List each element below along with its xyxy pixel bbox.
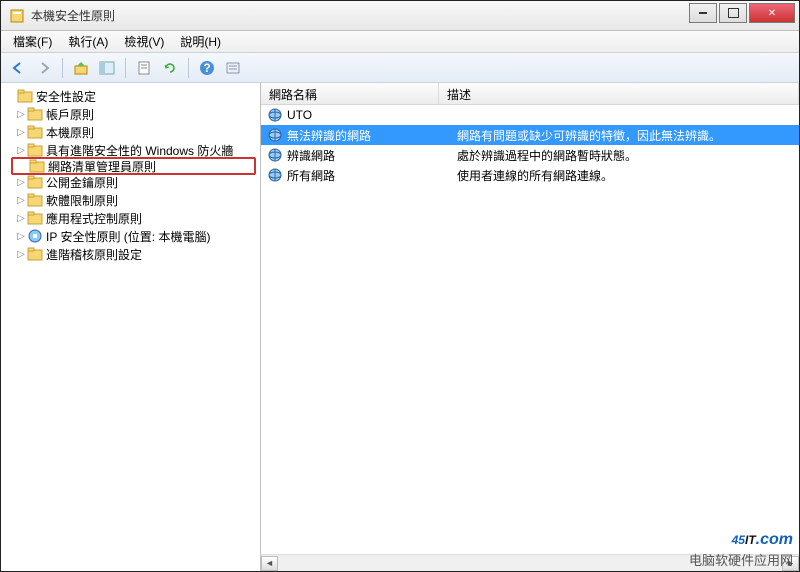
tree-item[interactable]: ▷ 帳戶原則 <box>1 105 260 123</box>
minimize-button[interactable] <box>689 3 717 23</box>
folder-icon <box>29 158 45 174</box>
show-hide-tree-button[interactable] <box>96 57 118 79</box>
toolbar-separator <box>188 58 189 78</box>
tree-item[interactable]: ▷ 公開金鑰原則 <box>1 173 260 191</box>
tree-root-label: 安全性設定 <box>36 88 96 105</box>
tree-item-label: 網路清單管理員原則 <box>48 158 156 175</box>
back-button[interactable] <box>7 57 29 79</box>
list-rows[interactable]: UTO無法辨識的網路網路有問題或缺少可辨識的特徵，因此無法辨識。辨識網路處於辨識… <box>261 105 799 554</box>
list-row[interactable]: 辨識網路處於辨識過程中的網路暫時狀態。 <box>261 145 799 165</box>
network-icon <box>267 127 283 143</box>
maximize-button[interactable] <box>719 3 747 23</box>
toolbar-separator <box>62 58 63 78</box>
list-row[interactable]: UTO <box>261 105 799 125</box>
tree-root-item[interactable]: 安全性設定 <box>1 87 260 105</box>
tree-item[interactable]: ▷ 軟體限制原則 <box>1 191 260 209</box>
folder-icon <box>27 246 43 262</box>
tree-item-label: 帳戶原則 <box>46 106 94 123</box>
cell-name: 無法辨識的網路 <box>287 127 457 144</box>
expander-icon[interactable]: ▷ <box>15 195 27 206</box>
expander-icon[interactable]: ▷ <box>15 145 27 156</box>
tree-item[interactable]: ▷ 應用程式控制原則 <box>1 209 260 227</box>
menubar: 檔案(F) 執行(A) 檢視(V) 說明(H) <box>1 31 799 53</box>
cell-desc: 處於辨識過程中的網路暫時狀態。 <box>457 147 799 164</box>
tree-item-label: 具有進階安全性的 Windows 防火牆 <box>46 142 233 159</box>
list-row[interactable]: 所有網路使用者連線的所有網路連線。 <box>261 165 799 185</box>
forward-button[interactable] <box>33 57 55 79</box>
list-header: 網路名稱 描述 <box>261 83 799 105</box>
tree-item-label: 本機原則 <box>46 124 94 141</box>
help-button[interactable]: ? <box>196 57 218 79</box>
menu-help[interactable]: 說明(H) <box>172 31 229 52</box>
scroll-left-arrow[interactable]: ◄ <box>261 556 278 571</box>
titlebar: 本機安全性原則 <box>1 1 799 31</box>
network-icon <box>267 167 283 183</box>
folder-icon <box>27 174 43 190</box>
tree-pane[interactable]: 安全性設定 ▷ 帳戶原則 ▷ 本機原則 ▷ 具有進階安全性的 Windows 防火牆網路清… <box>1 83 261 571</box>
tree-item[interactable]: ▷ 具有進階安全性的 Windows 防火牆 <box>1 141 260 159</box>
toolbar: ? <box>1 53 799 83</box>
network-icon <box>267 147 283 163</box>
app-icon <box>9 8 25 24</box>
window-title: 本機安全性原則 <box>31 7 791 24</box>
column-header-name[interactable]: 網路名稱 <box>261 83 439 104</box>
refresh-button[interactable] <box>159 57 181 79</box>
properties-button[interactable] <box>222 57 244 79</box>
window-controls <box>689 3 795 23</box>
tree-item-label: 進階稽核原則設定 <box>46 246 142 263</box>
tree-item[interactable]: ▷ IP 安全性原則 (位置: 本機電腦) <box>1 227 260 245</box>
security-settings-icon <box>17 88 33 104</box>
expander-icon[interactable]: ▷ <box>15 177 27 188</box>
tree-item-label: IP 安全性原則 (位置: 本機電腦) <box>46 228 210 245</box>
close-button[interactable] <box>749 3 795 23</box>
up-button[interactable] <box>70 57 92 79</box>
expander-icon[interactable]: ▷ <box>15 109 27 120</box>
menu-file[interactable]: 檔案(F) <box>5 31 60 52</box>
folder-icon <box>27 142 43 158</box>
folder-icon <box>27 106 43 122</box>
cell-desc: 使用者連線的所有網路連線。 <box>457 167 799 184</box>
folder-icon <box>27 210 43 226</box>
folder-icon <box>27 124 43 140</box>
menu-view[interactable]: 檢視(V) <box>116 31 172 52</box>
list-pane: 網路名稱 描述 UTO 無法辨識的網路網路有問題或缺少可辨識的特徵，因此無法辨識。… <box>261 83 799 571</box>
tree-item-label: 公開金鑰原則 <box>46 174 118 191</box>
tree-item[interactable]: ▷ 進階稽核原則設定 <box>1 245 260 263</box>
toolbar-separator <box>125 58 126 78</box>
horizontal-scrollbar[interactable]: ◄ ► <box>261 554 799 571</box>
svg-text:?: ? <box>203 61 210 75</box>
expander-icon[interactable]: ▷ <box>15 249 27 260</box>
list-row[interactable]: 無法辨識的網路網路有問題或缺少可辨識的特徵，因此無法辨識。 <box>261 125 799 145</box>
network-icon <box>267 107 283 123</box>
column-header-desc[interactable]: 描述 <box>439 83 799 104</box>
ipsec-icon <box>27 228 43 244</box>
cell-name: UTO <box>287 108 457 122</box>
cell-name: 所有網路 <box>287 167 457 184</box>
cell-name: 辨識網路 <box>287 147 457 164</box>
expander-icon[interactable]: ▷ <box>15 231 27 242</box>
tree-item-label: 軟體限制原則 <box>46 192 118 209</box>
scroll-right-arrow[interactable]: ► <box>782 556 799 571</box>
expander-icon[interactable]: ▷ <box>15 213 27 224</box>
tree-item[interactable]: ▷ 本機原則 <box>1 123 260 141</box>
expander-icon[interactable]: ▷ <box>15 127 27 138</box>
menu-action[interactable]: 執行(A) <box>60 31 116 52</box>
main-area: 安全性設定 ▷ 帳戶原則 ▷ 本機原則 ▷ 具有進階安全性的 Windows 防火牆網路清… <box>1 83 799 571</box>
folder-icon <box>27 192 43 208</box>
tree-item-label: 應用程式控制原則 <box>46 210 142 227</box>
export-button[interactable] <box>133 57 155 79</box>
cell-desc: 網路有問題或缺少可辨識的特徵，因此無法辨識。 <box>457 127 799 144</box>
